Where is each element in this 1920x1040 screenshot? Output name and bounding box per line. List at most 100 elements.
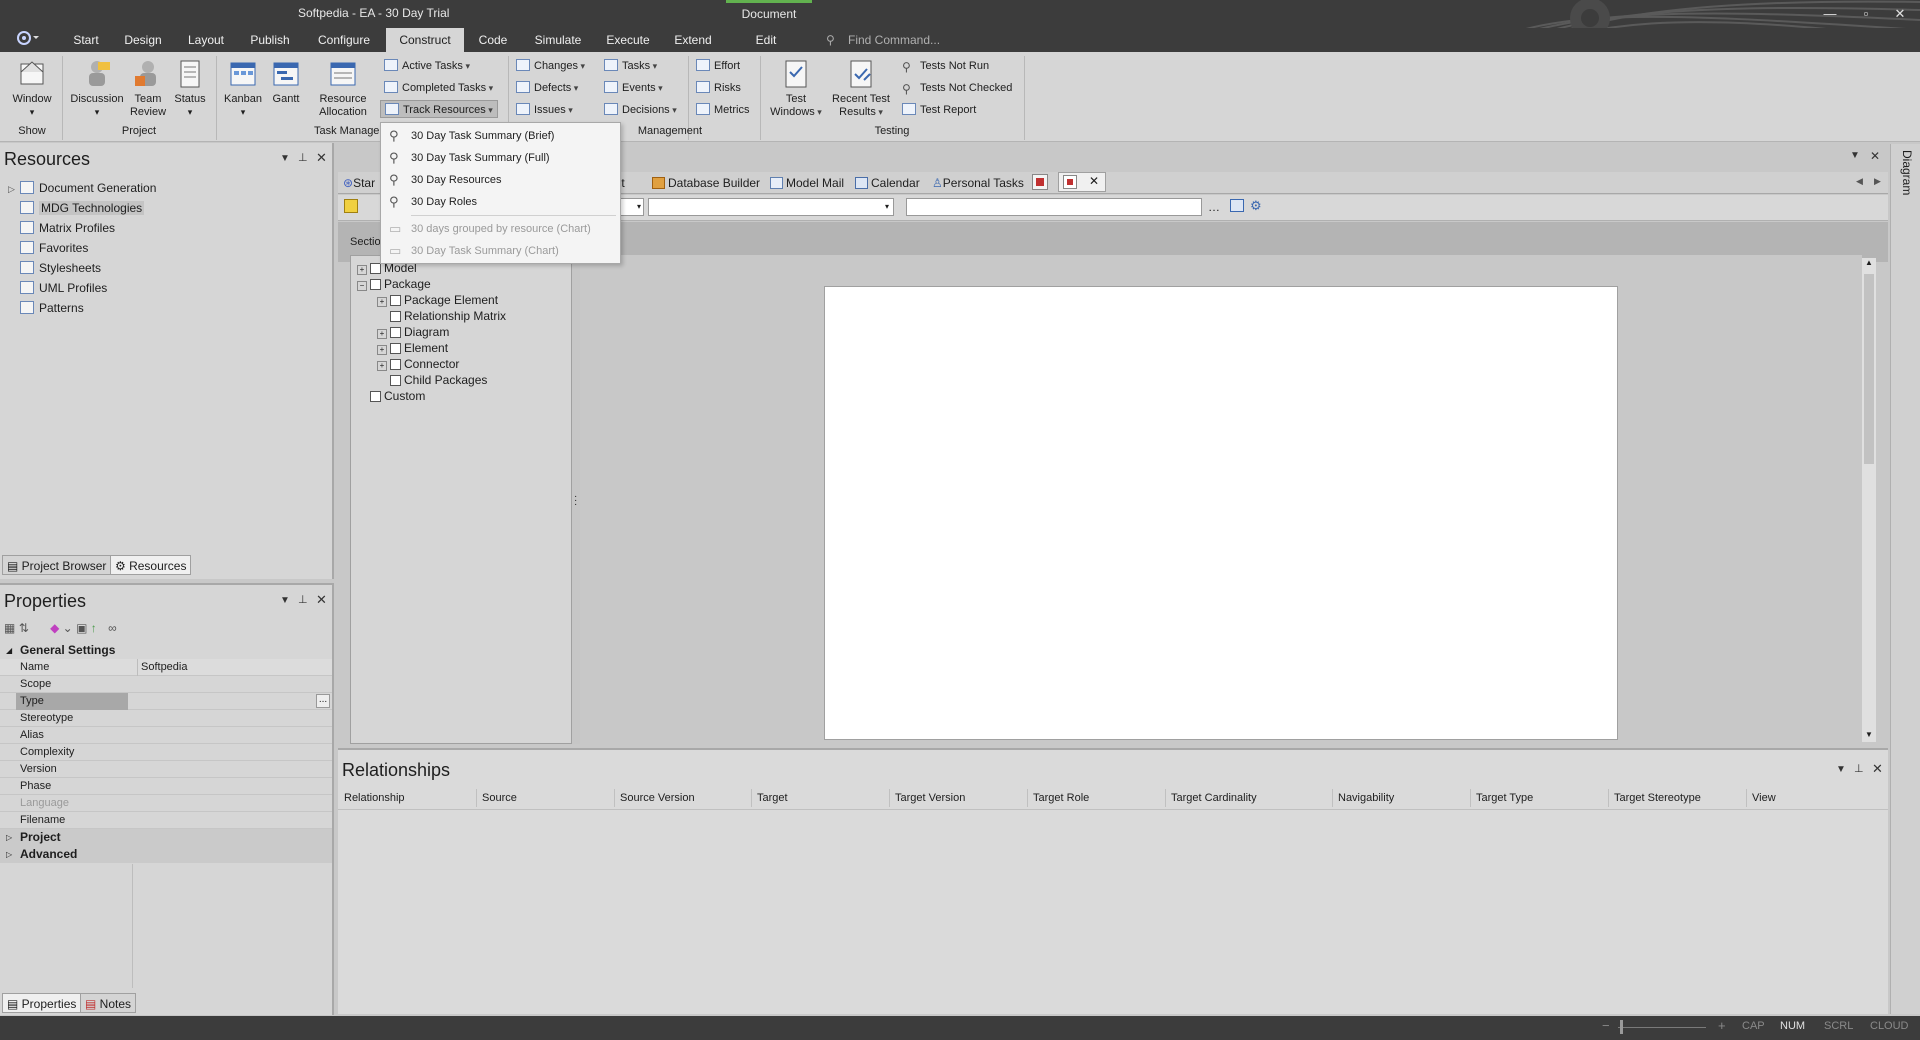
tasks-button[interactable]: Tasks [604, 57, 657, 75]
decisions-button[interactable]: Decisions [604, 101, 677, 119]
checkbox[interactable] [370, 391, 381, 402]
panel-menu-icon[interactable]: ▼ [280, 595, 290, 606]
col-navigability[interactable]: Navigability [1338, 789, 1394, 807]
ea-logo-icon[interactable] [14, 28, 44, 52]
tree-item-connector[interactable]: + Connector [357, 356, 577, 372]
menu-publish[interactable]: Publish [246, 28, 294, 52]
tab-start-page[interactable]: ⊛Star [343, 174, 375, 192]
tab-model-mail[interactable]: Model Mail [770, 174, 844, 192]
menu-extend[interactable]: Extend [668, 28, 718, 52]
menu-edit[interactable]: Edit [748, 28, 784, 52]
pin-icon[interactable]: ⊥ [298, 151, 308, 164]
link-icon[interactable]: ∞ [108, 621, 117, 635]
tree-item-custom[interactable]: Custom [357, 388, 577, 404]
prop-value[interactable]: Softpedia [137, 659, 332, 676]
test-windows-button[interactable]: Test Windows [764, 58, 828, 119]
diamond-icon[interactable]: ◆ [50, 621, 59, 635]
close-icon[interactable]: ✕ [316, 150, 327, 166]
zoom-in-button[interactable]: + [1718, 1018, 1726, 1033]
expand-icon[interactable]: + [377, 345, 387, 355]
tab-notes[interactable]: ▤ Notes [80, 993, 137, 1013]
changes-button[interactable]: Changes [516, 57, 585, 75]
track-resources-button[interactable]: Track Resources [380, 100, 498, 118]
zoom-slider-thumb[interactable] [1620, 1020, 1623, 1034]
tab-scroll-left-icon[interactable]: ◀ [1856, 176, 1863, 187]
category-project[interactable]: ▷ Project [0, 829, 332, 846]
menu-item-30-day-roles[interactable]: ⚲ 30 Day Roles [381, 191, 620, 213]
category-general-settings[interactable]: ◢ General Settings [0, 642, 332, 659]
active-tasks-button[interactable]: Active Tasks [384, 57, 470, 75]
risks-button[interactable]: Risks [696, 79, 741, 97]
prop-row-stereotype[interactable]: Stereotype [0, 710, 332, 727]
tree-item-matrix-profiles[interactable]: Matrix Profiles [8, 218, 328, 238]
sort-alpha-icon[interactable]: ⇅ [19, 621, 29, 635]
tab-database-builder[interactable]: Database Builder [652, 174, 760, 192]
checkbox[interactable] [390, 343, 401, 354]
context-tab-document[interactable]: Document [726, 0, 812, 28]
close-window-button[interactable]: ✕ [1886, 4, 1914, 24]
expand-icon[interactable]: + [357, 265, 367, 275]
tab-calendar[interactable]: Calendar [855, 174, 920, 192]
col-source[interactable]: Source [482, 789, 517, 807]
col-target-stereotype[interactable]: Target Stereotype [1614, 789, 1701, 807]
checkbox[interactable] [390, 359, 401, 370]
checkbox[interactable] [390, 295, 401, 306]
menu-execute[interactable]: Execute [600, 28, 656, 52]
calendar-icon[interactable] [1230, 199, 1244, 212]
menu-configure[interactable]: Configure [312, 28, 376, 52]
col-target-type[interactable]: Target Type [1476, 789, 1533, 807]
tree-item-element[interactable]: + Element [357, 340, 577, 356]
prop-row-phase[interactable]: Phase [0, 778, 332, 795]
issues-button[interactable]: Issues [516, 101, 573, 119]
prop-row-version[interactable]: Version [0, 761, 332, 778]
expand-icon[interactable]: + [377, 361, 387, 371]
tab-project-browser[interactable]: ▤ Project Browser [2, 555, 112, 575]
tests-not-run-button[interactable]: ⚲ Tests Not Run [902, 57, 989, 75]
tree-item-mdg-technologies[interactable]: MDG Technologies [8, 198, 328, 218]
menu-item-30-day-task-summary-chart[interactable]: ▭ 30 Day Task Summary (Chart) [381, 240, 620, 262]
close-icon[interactable]: ✕ [316, 592, 327, 608]
scroll-down-icon[interactable]: ▼ [1862, 730, 1876, 742]
new-document-icon[interactable] [344, 199, 358, 213]
category-advanced[interactable]: ▷ Advanced [0, 846, 332, 863]
template-select[interactable]: ▾ [620, 198, 644, 216]
tree-item-document-generation[interactable]: ▷ Document Generation [8, 178, 328, 198]
prop-row-complexity[interactable]: Complexity [0, 744, 332, 761]
panel-menu-icon[interactable]: ▼ [1850, 150, 1860, 161]
zoom-out-button[interactable]: − [1602, 1018, 1610, 1033]
maximize-button[interactable]: ▫ [1852, 4, 1880, 24]
team-review-button[interactable]: Team Review [128, 58, 168, 119]
resource-allocation-button[interactable]: Resource Allocation [312, 58, 374, 119]
menu-construct[interactable]: Construct [386, 28, 464, 52]
document-page[interactable] [824, 286, 1618, 740]
menu-start[interactable]: Start [66, 28, 106, 52]
menu-layout[interactable]: Layout [182, 28, 230, 52]
tab-active-document[interactable]: ✕ [1058, 172, 1106, 192]
tree-item-child-packages[interactable]: Child Packages [357, 372, 577, 388]
menu-item-30-days-grouped-by-resource-chart[interactable]: ▭ 30 days grouped by resource (Chart) [381, 218, 620, 240]
col-source-version[interactable]: Source Version [620, 789, 695, 807]
prop-row-scope[interactable]: Scope [0, 676, 332, 693]
tree-item-package-element[interactable]: + Package Element [357, 292, 577, 308]
col-target[interactable]: Target [757, 789, 788, 807]
prop-row-alias[interactable]: Alias [0, 727, 332, 744]
prop-row-name[interactable]: Name Softpedia [0, 659, 332, 676]
tree-item-favorites[interactable]: Favorites [8, 238, 328, 258]
menu-design[interactable]: Design [120, 28, 166, 52]
completed-tasks-button[interactable]: Completed Tasks [384, 79, 493, 97]
tab-resources[interactable]: ⚙ Resources [110, 555, 192, 575]
zoom-slider[interactable] [1618, 1027, 1706, 1028]
type-browse-button[interactable]: ... [316, 694, 330, 708]
find-command-input[interactable]: Find Command... [848, 28, 1068, 52]
checkbox[interactable] [390, 375, 401, 386]
defects-button[interactable]: Defects [516, 79, 578, 97]
col-view[interactable]: View [1752, 789, 1776, 807]
scrollbar-thumb[interactable] [1864, 274, 1874, 464]
window-button[interactable]: Window ▾ [6, 58, 58, 119]
menu-code[interactable]: Code [474, 28, 512, 52]
vertical-scrollbar[interactable]: ▲ ▼ [1862, 258, 1876, 742]
settings-icon[interactable]: ▣ [76, 621, 87, 635]
tree-item-package[interactable]: − Package [357, 276, 577, 292]
categorized-icon[interactable]: ▦ [4, 621, 15, 635]
tree-item-stylesheets[interactable]: Stylesheets [8, 258, 328, 278]
